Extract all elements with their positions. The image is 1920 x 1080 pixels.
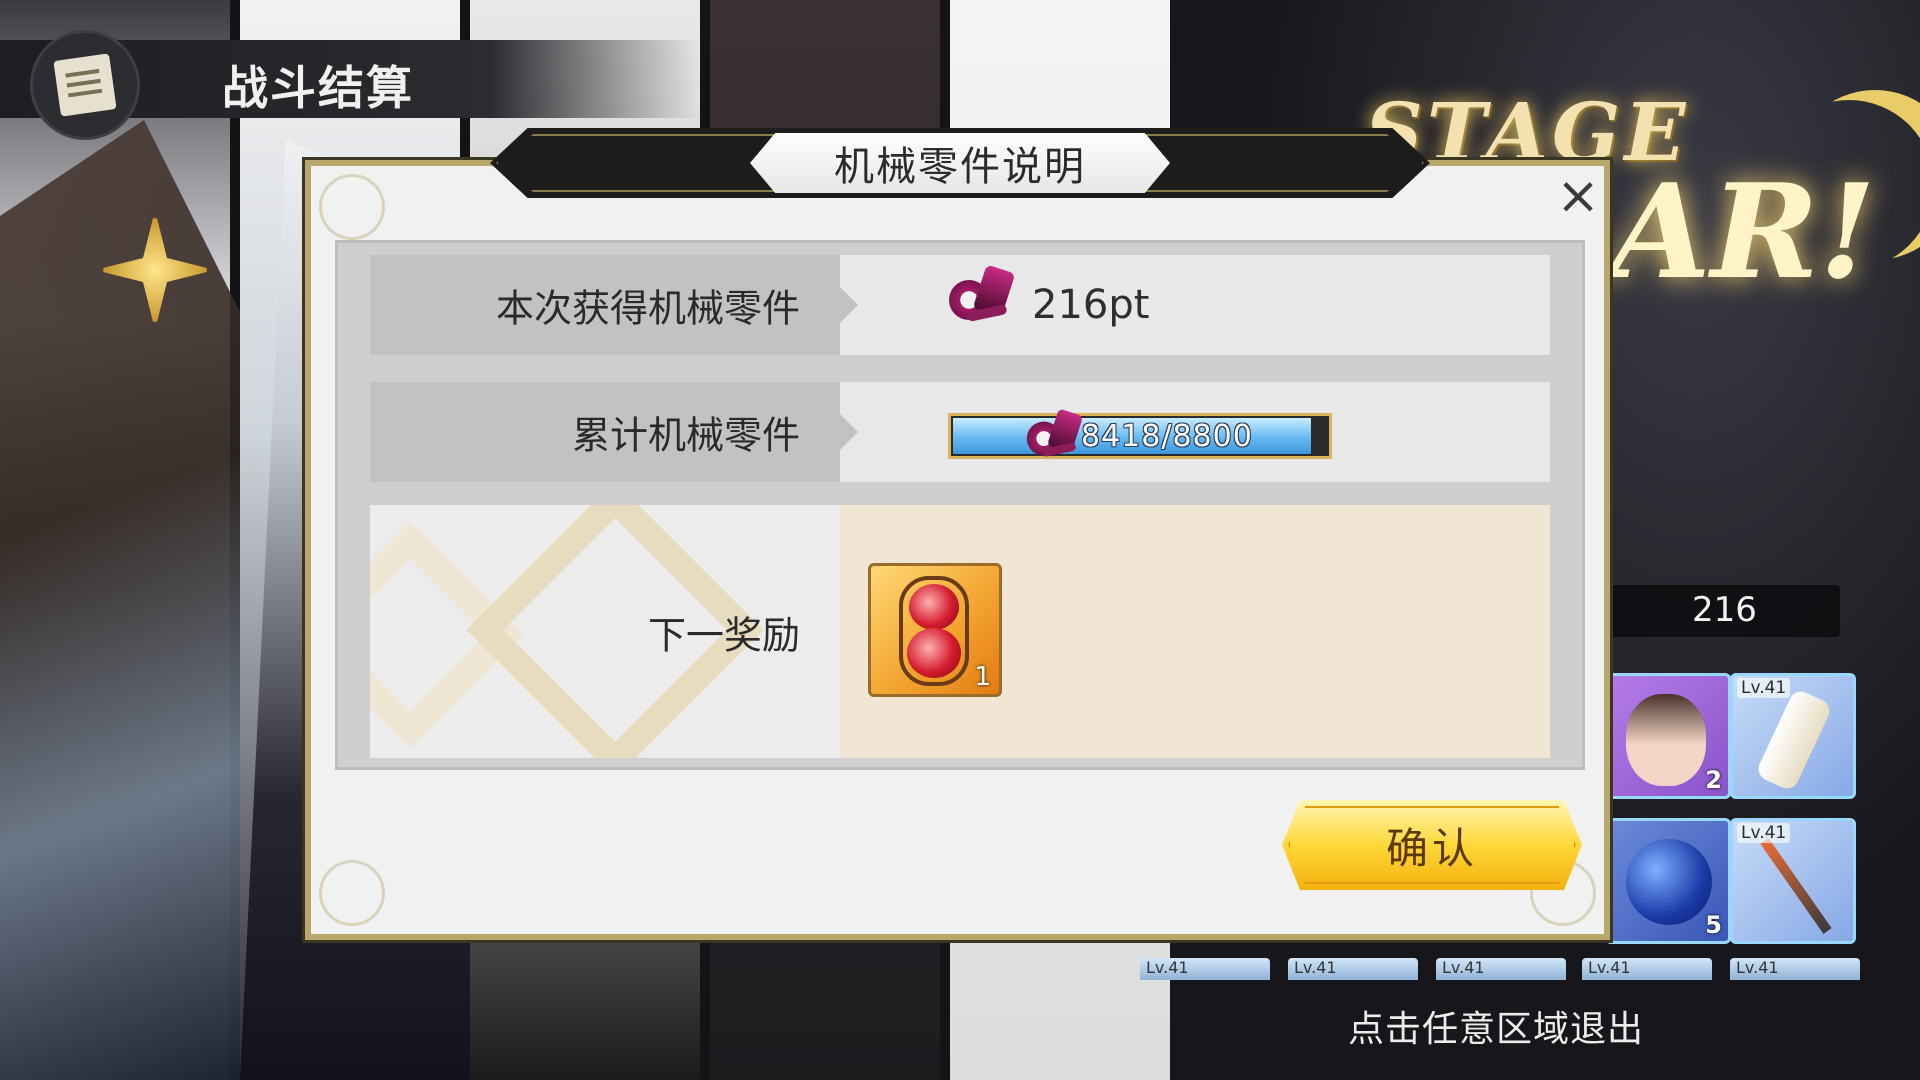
- corner-ornament-icon: [319, 174, 385, 240]
- reward-card-gem[interactable]: 5: [1605, 818, 1731, 944]
- mini-card: Lv.41: [1140, 958, 1270, 980]
- scroll-quill-icon: [30, 30, 140, 140]
- card-level: Lv.41: [1737, 678, 1791, 698]
- mini-card: Lv.41: [1288, 958, 1418, 980]
- exit-hint[interactable]: 点击任意区域退出: [1348, 1000, 1644, 1052]
- mini-card: Lv.41: [1436, 958, 1566, 980]
- row-label-cell: 累计机械零件: [370, 382, 840, 482]
- close-icon[interactable]: ×: [1552, 170, 1604, 222]
- mech-parts-icon: [945, 264, 1017, 328]
- obtained-parts-value: 216pt: [1032, 282, 1150, 328]
- reward-quantity: 1: [974, 662, 991, 692]
- parts-progress-bar: 8418/8800: [948, 413, 1332, 459]
- dialog-title-plate: 机械零件说明: [750, 133, 1170, 193]
- dialog-title: 机械零件说明: [834, 144, 1086, 190]
- spear-icon: [1760, 838, 1832, 934]
- scroll-weapon-icon: [1754, 687, 1834, 793]
- score-value: 216: [1692, 590, 1757, 630]
- mini-card: Lv.41: [1582, 958, 1712, 980]
- hourglass-icon-bottom: [907, 628, 961, 678]
- progress-text: 8418/8800: [1081, 419, 1253, 454]
- blue-gem-icon: [1626, 839, 1712, 925]
- confirm-label: 确认: [1385, 823, 1478, 873]
- hourglass-icon: [909, 584, 959, 630]
- row-label: 本次获得机械零件: [495, 286, 800, 331]
- character-portrait-icon: [1626, 694, 1706, 786]
- reward-card-spear[interactable]: Lv.41: [1730, 818, 1856, 944]
- reward-card-scroll[interactable]: Lv.41: [1730, 673, 1856, 799]
- page-title: 战斗结算: [222, 61, 414, 115]
- card-count: 2: [1705, 766, 1722, 794]
- row-label-cell: 本次获得机械零件: [370, 255, 840, 355]
- confirm-button[interactable]: 确认: [1282, 800, 1582, 890]
- next-reward-item[interactable]: 1: [868, 563, 1002, 697]
- row-label: 累计机械零件: [571, 413, 800, 458]
- card-count: 5: [1705, 911, 1722, 939]
- stage-banner-line2: AR!: [1610, 155, 1876, 308]
- row-label: 下一奖励: [647, 613, 800, 657]
- mech-parts-icon: [1023, 408, 1084, 463]
- mini-card: Lv.41: [1730, 958, 1860, 980]
- reward-card-character[interactable]: 2: [1605, 673, 1731, 799]
- row-label-cell: 下一奖励: [370, 505, 840, 758]
- corner-ornament-icon: [319, 860, 385, 926]
- card-level: Lv.41: [1737, 823, 1791, 843]
